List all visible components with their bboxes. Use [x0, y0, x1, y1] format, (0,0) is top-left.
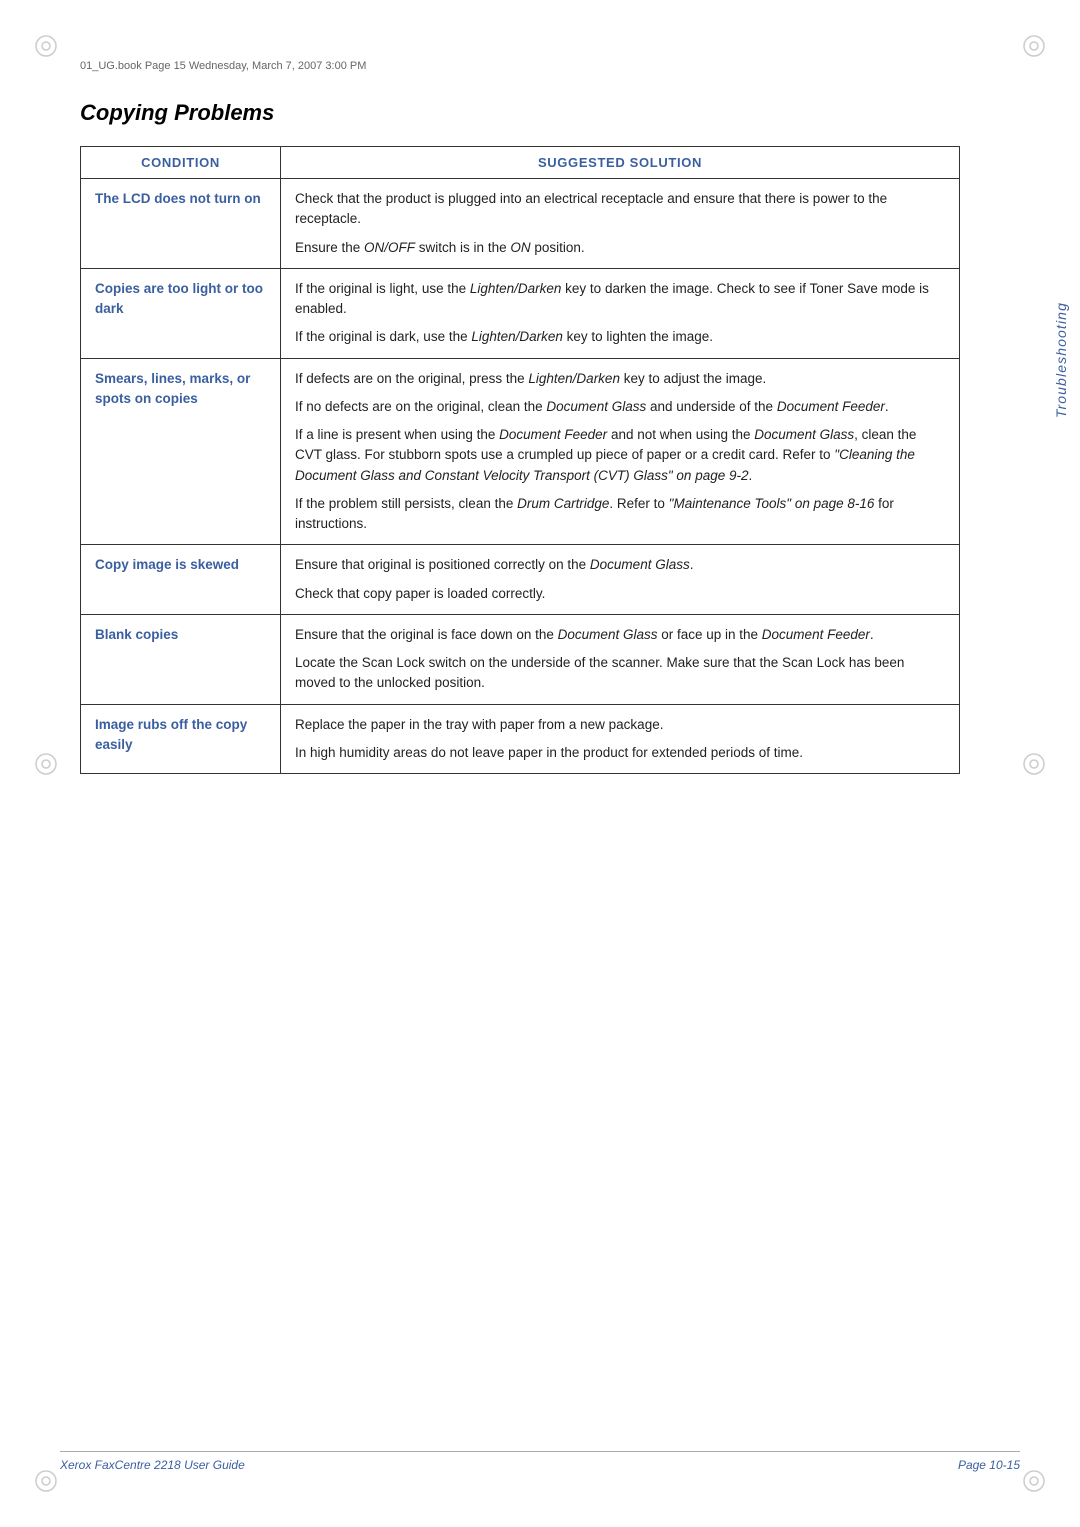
reg-mark-br: [1018, 1465, 1050, 1497]
page-outer: Troubleshooting 01_UG.book Page 15 Wedne…: [0, 0, 1080, 1527]
page-title: Copying Problems: [60, 100, 1020, 126]
solution-text: Replace the paper in the tray with paper…: [295, 715, 945, 735]
solution-text: Ensure that the original is face down on…: [295, 625, 945, 645]
footer-right: Page 10-15: [958, 1458, 1020, 1472]
table-row: Image rubs off the copy easily Replace t…: [81, 704, 960, 774]
solution-cell: Ensure that the original is face down on…: [281, 614, 960, 704]
col-header-solution: SUGGESTED SOLUTION: [281, 147, 960, 179]
footer-bar: Xerox FaxCentre 2218 User Guide Page 10-…: [60, 1451, 1020, 1472]
condition-cell: The LCD does not turn on: [81, 179, 281, 269]
table-row: Smears, lines, marks, or spots on copies…: [81, 358, 960, 545]
solution-cell: Replace the paper in the tray with paper…: [281, 704, 960, 774]
solution-text: If a line is present when using the Docu…: [295, 425, 945, 486]
condition-cell: Copies are too light or too dark: [81, 268, 281, 358]
condition-cell: Blank copies: [81, 614, 281, 704]
table-row: The LCD does not turn on Check that the …: [81, 179, 960, 269]
solution-cell: If the original is light, use the Lighte…: [281, 268, 960, 358]
solution-cell: Ensure that original is positioned corre…: [281, 545, 960, 615]
footer-left: Xerox FaxCentre 2218 User Guide: [60, 1458, 245, 1472]
solution-text: In high humidity areas do not leave pape…: [295, 743, 945, 763]
problems-table: CONDITION SUGGESTED SOLUTION The LCD doe…: [80, 146, 960, 774]
main-content: CONDITION SUGGESTED SOLUTION The LCD doe…: [60, 146, 1020, 774]
condition-cell: Smears, lines, marks, or spots on copies: [81, 358, 281, 545]
solution-text: If defects are on the original, press th…: [295, 369, 945, 389]
solution-text: If the problem still persists, clean the…: [295, 494, 945, 535]
col-header-condition: CONDITION: [81, 147, 281, 179]
solution-text: Check that copy paper is loaded correctl…: [295, 584, 945, 604]
reg-mark-ml: [30, 748, 62, 780]
table-row: Blank copies Ensure that the original is…: [81, 614, 960, 704]
solution-cell: Check that the product is plugged into a…: [281, 179, 960, 269]
table-header-row: CONDITION SUGGESTED SOLUTION: [81, 147, 960, 179]
solution-text: Ensure the ON/OFF switch is in the ON po…: [295, 238, 945, 258]
solution-text: If the original is dark, use the Lighten…: [295, 327, 945, 347]
reg-mark-tr: [1018, 30, 1050, 62]
solution-text: If no defects are on the original, clean…: [295, 397, 945, 417]
solution-cell: If defects are on the original, press th…: [281, 358, 960, 545]
reg-mark-mr: [1018, 748, 1050, 780]
table-row: Copy image is skewed Ensure that origina…: [81, 545, 960, 615]
solution-text: Ensure that original is positioned corre…: [295, 555, 945, 575]
table-row: Copies are too light or too dark If the …: [81, 268, 960, 358]
solution-text: Check that the product is plugged into a…: [295, 189, 945, 230]
header-file-info: 01_UG.book Page 15 Wednesday, March 7, 2…: [60, 60, 1020, 72]
sidebar-label: Troubleshooting: [1042, 200, 1080, 520]
reg-mark-bl: [30, 1465, 62, 1497]
solution-text: If the original is light, use the Lighte…: [295, 279, 945, 320]
reg-mark-tl: [30, 30, 62, 62]
condition-cell: Image rubs off the copy easily: [81, 704, 281, 774]
condition-cell: Copy image is skewed: [81, 545, 281, 615]
solution-text: Locate the Scan Lock switch on the under…: [295, 653, 945, 694]
